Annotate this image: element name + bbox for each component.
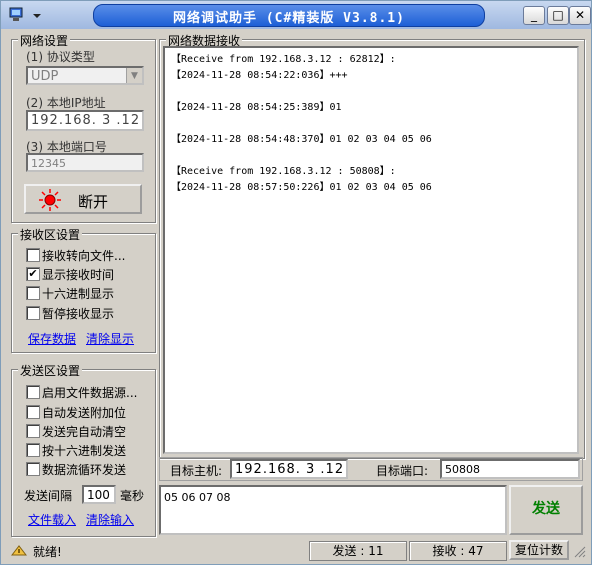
- app-window: 网络调试助手 (C#精装版 V3.8.1) _ □ ✕ 网络设置 (1) 协议类…: [0, 0, 592, 565]
- network-settings-title: 网络设置: [18, 32, 71, 49]
- app-icon: [9, 7, 41, 21]
- protocol-label: (1) 协议类型: [26, 50, 95, 64]
- received-count: 接收 : 47: [409, 541, 507, 561]
- receive-line: 【Receive from 192.168.3.12 : 62812】:: [171, 54, 396, 65]
- disconnect-button[interactable]: 断开: [24, 184, 142, 214]
- target-host-field[interactable]: 192.168. 3 .12: [230, 459, 348, 479]
- receive-text-area[interactable]: 【Receive from 192.168.3.12 : 62812】: 【20…: [163, 46, 579, 454]
- window-title: 网络调试助手 (C#精装版 V3.8.1): [173, 11, 405, 26]
- title-pill: 网络调试助手 (C#精装版 V3.8.1): [93, 4, 485, 27]
- receive-line: 【2024-11-28 08:57:50:226】01 02 03 04 05 …: [171, 182, 432, 193]
- checkbox-show-time[interactable]: ✔: [26, 267, 40, 281]
- target-port-label: 目标端口:: [376, 464, 429, 478]
- file-source-label: 启用文件数据源...: [42, 386, 138, 400]
- loop-send-label: 数据流循环发送: [42, 463, 127, 477]
- local-ip-field[interactable]: 192.168. 3 .12: [26, 110, 144, 131]
- load-file-link[interactable]: 文件载入: [28, 511, 76, 528]
- hex-display-label: 十六进制显示: [42, 287, 115, 301]
- receive-line: 【2024-11-28 08:54:25:389】01: [171, 102, 342, 113]
- pause-display-label: 暂停接收显示: [42, 307, 115, 321]
- auto-clear-label: 发送完自动清空: [42, 425, 127, 439]
- receive-settings-title: 接收区设置: [18, 226, 83, 243]
- ip-label: (2) 本地IP地址: [26, 96, 106, 110]
- checkbox-hex-display[interactable]: [26, 286, 40, 300]
- hex-send-label: 按十六进制发送: [42, 444, 127, 458]
- interval-input[interactable]: 100: [82, 485, 116, 504]
- receive-line: [171, 116, 571, 132]
- clear-display-link[interactable]: 清除显示: [86, 330, 134, 347]
- checkbox-append-bits[interactable]: [26, 405, 40, 419]
- checkbox-hex-send[interactable]: [26, 443, 40, 457]
- interval-label: 发送间隔: [24, 489, 73, 503]
- receive-line: [171, 84, 571, 100]
- send-button[interactable]: 发送: [509, 485, 583, 535]
- receive-settings-group: 接收区设置 接收转向文件... ✔ 显示接收时间 十六进制显示 暂停接收显示 保…: [11, 226, 156, 353]
- interval-unit: 毫秒: [120, 489, 145, 503]
- send-settings-group: 发送区设置 启用文件数据源... 自动发送附加位 发送完自动清空 按十六进制发送…: [11, 362, 156, 537]
- minimize-button[interactable]: _: [523, 6, 545, 25]
- target-bar: 目标主机: 192.168. 3 .12 目标端口: 50808: [159, 457, 583, 481]
- close-button[interactable]: ✕: [569, 6, 591, 25]
- target-host-label: 目标主机:: [170, 464, 223, 478]
- protocol-select[interactable]: UDP ▼: [26, 66, 144, 85]
- receive-line: [171, 148, 571, 164]
- local-port-field[interactable]: 12345: [26, 153, 144, 172]
- reset-count-button[interactable]: 复位计数: [509, 540, 569, 560]
- sent-count: 发送 : 11: [309, 541, 407, 561]
- network-settings-group: 网络设置 (1) 协议类型 UDP ▼ (2) 本地IP地址 192.168. …: [11, 32, 156, 223]
- title-bar: 网络调试助手 (C#精装版 V3.8.1) _ □ ✕: [1, 1, 591, 29]
- checkbox-pause-display[interactable]: [26, 306, 40, 320]
- chevron-down-icon[interactable]: ▼: [126, 68, 142, 83]
- resize-grip-icon[interactable]: [571, 543, 587, 559]
- checkbox-redirect-file[interactable]: [26, 248, 40, 262]
- save-data-link[interactable]: 保存数据: [28, 330, 76, 347]
- show-time-label: 显示接收时间: [42, 268, 115, 282]
- clear-input-link[interactable]: 清除输入: [86, 511, 134, 528]
- checkbox-auto-clear[interactable]: [26, 424, 40, 438]
- system-menu[interactable]: [9, 6, 45, 24]
- target-port-field[interactable]: 50808: [440, 459, 580, 479]
- receive-line: 【2024-11-28 08:54:48:370】01 02 03 04 05 …: [171, 134, 432, 145]
- disconnect-label: 断开: [78, 193, 109, 211]
- append-bits-label: 自动发送附加位: [42, 406, 127, 420]
- protocol-value: UDP: [31, 69, 59, 84]
- status-ready: 就绪!: [33, 545, 62, 559]
- send-settings-title: 发送区设置: [18, 362, 83, 379]
- status-icon: [11, 545, 27, 556]
- led-icon: [39, 189, 61, 211]
- maximize-button[interactable]: □: [547, 6, 569, 25]
- receive-line: 【2024-11-28 08:54:22:036】+++: [171, 70, 348, 81]
- redirect-file-label: 接收转向文件...: [42, 249, 126, 263]
- checkbox-file-source[interactable]: [26, 385, 40, 399]
- receive-line: 【Receive from 192.168.3.12 : 50808】:: [171, 166, 396, 177]
- send-text-area[interactable]: 05 06 07 08: [159, 485, 507, 535]
- checkbox-loop-send[interactable]: [26, 462, 40, 476]
